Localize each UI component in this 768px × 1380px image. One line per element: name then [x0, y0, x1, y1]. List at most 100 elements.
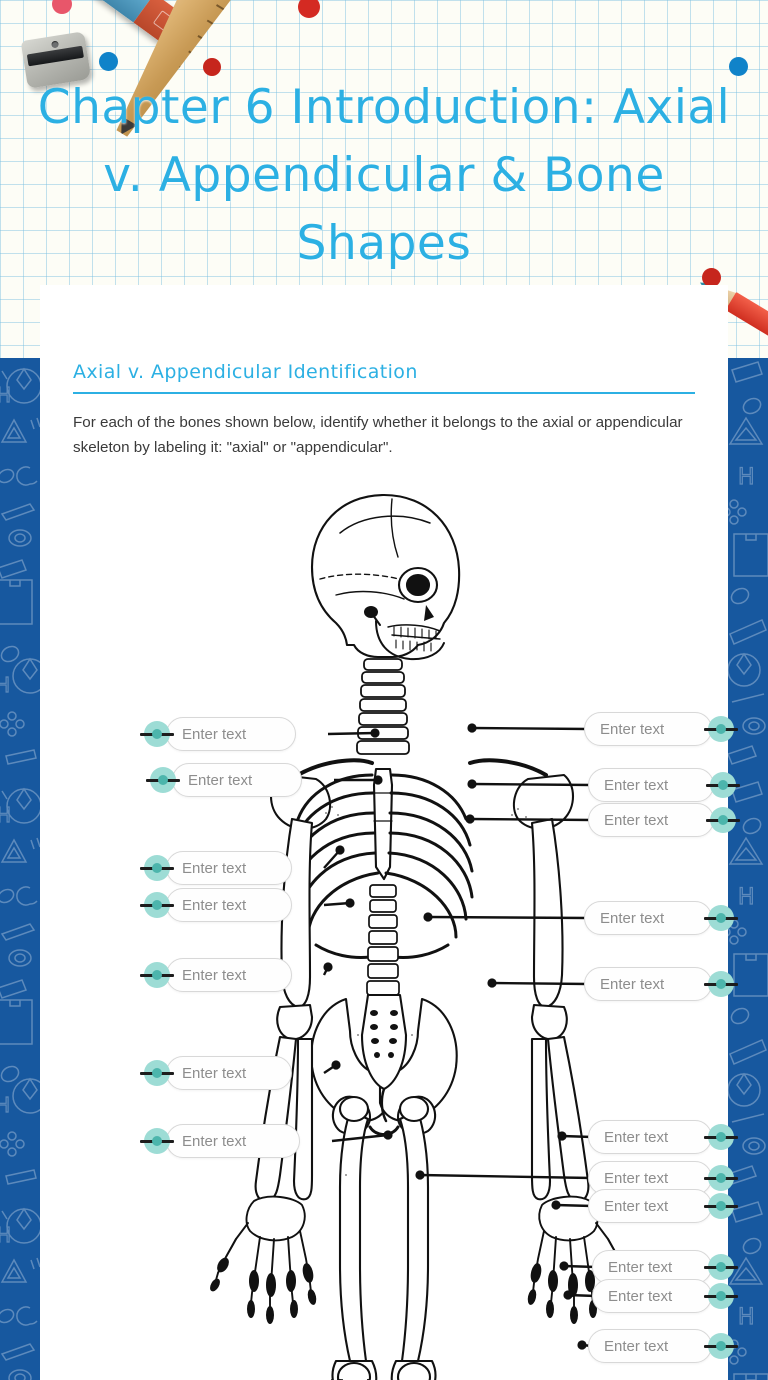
handle-knob-icon — [716, 1262, 726, 1272]
handle-knob-icon — [716, 913, 726, 923]
field-anchor-handle-icon[interactable] — [706, 807, 740, 833]
handle-knob-icon — [152, 1136, 162, 1146]
leader-line-7 — [331, 1133, 389, 1143]
answer-input-1[interactable] — [166, 717, 296, 751]
worksheet-card: Axial v. Appendicular Identification For… — [40, 285, 740, 1380]
svg-text:H: H — [0, 383, 11, 407]
anchor-dot-14 — [487, 978, 497, 988]
anchor-dot-7 — [383, 1130, 393, 1140]
sidebar-pattern-right: H — [728, 358, 768, 1380]
anchor-dot-4 — [345, 898, 355, 908]
anchor-dot-2 — [373, 775, 383, 785]
handle-knob-icon — [718, 780, 728, 790]
answer-input-6[interactable] — [166, 1056, 292, 1090]
field-anchor-handle-icon[interactable] — [140, 721, 174, 747]
answer-field-11[interactable] — [588, 768, 740, 802]
anchor-dot-20 — [577, 1340, 587, 1350]
field-anchor-handle-icon[interactable] — [704, 905, 738, 931]
handle-knob-icon — [152, 863, 162, 873]
field-anchor-handle-icon[interactable] — [706, 772, 740, 798]
field-anchor-handle-icon[interactable] — [140, 962, 174, 988]
answer-field-5[interactable] — [140, 958, 292, 992]
field-anchor-handle-icon[interactable] — [704, 1283, 738, 1309]
answer-field-3[interactable] — [140, 851, 292, 885]
field-anchor-handle-icon[interactable] — [146, 767, 180, 793]
leader-line-17 — [555, 1203, 593, 1208]
anchor-dot-16 — [415, 1170, 425, 1180]
field-anchor-handle-icon[interactable] — [704, 716, 738, 742]
handle-knob-icon — [716, 724, 726, 734]
anchor-dot-1 — [370, 728, 380, 738]
answer-input-14[interactable] — [584, 967, 712, 1001]
answer-input-11[interactable] — [588, 768, 714, 802]
anchor-dot-12 — [465, 814, 475, 824]
section-title: Axial v. Appendicular Identification — [73, 361, 418, 383]
answer-input-19[interactable] — [592, 1279, 712, 1313]
page-title: Chapter 6 Introduction: Axial v. Appendi… — [37, 80, 731, 271]
anchor-dot-13 — [423, 912, 433, 922]
answer-input-20[interactable] — [588, 1329, 712, 1363]
answer-input-3[interactable] — [166, 851, 292, 885]
answer-field-12[interactable] — [588, 803, 740, 837]
handle-knob-icon — [716, 1201, 726, 1211]
field-anchor-handle-icon[interactable] — [140, 892, 174, 918]
handle-knob-icon — [716, 1132, 726, 1142]
leader-line-11 — [471, 782, 593, 787]
field-anchor-handle-icon[interactable] — [140, 1060, 174, 1086]
anchor-dot-17 — [551, 1200, 561, 1210]
section-header: Axial v. Appendicular Identification For… — [73, 359, 695, 460]
answer-field-7[interactable] — [140, 1124, 300, 1158]
answer-input-12[interactable] — [588, 803, 714, 837]
answer-input-17[interactable] — [588, 1189, 712, 1223]
field-anchor-handle-icon[interactable] — [704, 1254, 738, 1280]
decorative-dot — [99, 52, 118, 71]
worksheet-page: Chapter 6 Introduction: Axial v. Appendi… — [0, 0, 768, 1380]
leader-line-16 — [419, 1173, 593, 1180]
anchor-dot-18 — [559, 1261, 569, 1271]
field-anchor-handle-icon[interactable] — [140, 1128, 174, 1154]
answer-field-17[interactable] — [588, 1189, 738, 1223]
answer-field-19[interactable] — [592, 1279, 738, 1313]
school-supplies-pattern-icon: H H — [0, 367, 40, 1380]
answer-field-14[interactable] — [584, 967, 738, 1001]
answer-input-2[interactable] — [172, 763, 302, 797]
leader-line-12 — [469, 817, 593, 822]
answer-field-1[interactable] — [140, 717, 296, 751]
answer-field-13[interactable] — [584, 901, 738, 935]
field-anchor-handle-icon[interactable] — [704, 1193, 738, 1219]
handle-knob-icon — [718, 815, 728, 825]
handle-knob-icon — [152, 970, 162, 980]
sidebar-pattern-left: H H — [0, 358, 40, 1380]
answer-field-20[interactable] — [588, 1329, 738, 1363]
answer-field-2[interactable] — [146, 763, 302, 797]
school-supplies-pattern-icon: H — [728, 361, 768, 1380]
answer-input-10[interactable] — [584, 712, 712, 746]
anchor-dot-15 — [557, 1131, 567, 1141]
eraser-icon — [91, 0, 197, 54]
field-anchor-handle-icon[interactable] — [140, 855, 174, 881]
leader-line-13 — [427, 915, 589, 920]
answer-input-7[interactable] — [166, 1124, 300, 1158]
answer-input-5[interactable] — [166, 958, 292, 992]
anchor-dot-11 — [467, 779, 477, 789]
handle-knob-icon — [716, 1291, 726, 1301]
answer-field-10[interactable] — [584, 712, 738, 746]
answer-field-15[interactable] — [588, 1120, 738, 1154]
handle-knob-icon — [716, 1173, 726, 1183]
field-anchor-handle-icon[interactable] — [704, 971, 738, 997]
anchor-dot-10 — [467, 723, 477, 733]
field-anchor-handle-icon[interactable] — [704, 1165, 738, 1191]
answer-field-4[interactable] — [140, 888, 292, 922]
answer-input-15[interactable] — [588, 1120, 712, 1154]
answer-field-6[interactable] — [140, 1056, 292, 1090]
anchor-dot-5 — [323, 962, 333, 972]
leader-line-14 — [491, 981, 589, 986]
answer-input-13[interactable] — [584, 901, 712, 935]
field-anchor-handle-icon[interactable] — [704, 1333, 738, 1359]
decorative-dot — [52, 0, 72, 14]
field-anchor-handle-icon[interactable] — [704, 1124, 738, 1150]
answer-input-4[interactable] — [166, 888, 292, 922]
section-divider — [73, 392, 695, 394]
handle-knob-icon — [716, 979, 726, 989]
svg-text:H: H — [738, 465, 755, 490]
